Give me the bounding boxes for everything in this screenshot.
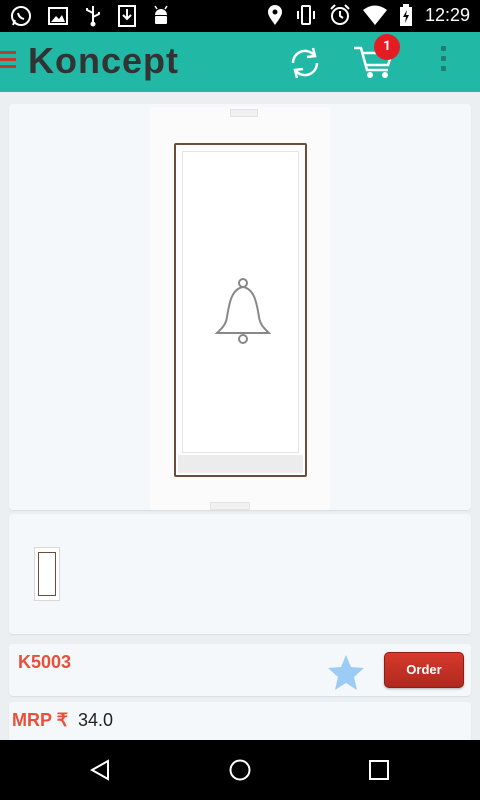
android-icon xyxy=(152,5,170,27)
alarm-icon xyxy=(329,4,351,26)
product-image xyxy=(150,107,330,510)
battery-icon xyxy=(399,4,413,26)
mrp-label: MRP ₹ xyxy=(12,710,69,730)
usb-icon xyxy=(84,5,102,27)
location-icon xyxy=(267,4,283,26)
status-bar: 12:29 xyxy=(0,0,480,32)
recents-icon[interactable] xyxy=(369,760,389,784)
product-code: K5003 xyxy=(18,652,72,672)
mrp-value: 34.0 xyxy=(78,710,114,730)
product-info-card: K5003 Order xyxy=(9,644,471,696)
product-image-card xyxy=(9,104,471,510)
whatsapp-icon xyxy=(10,5,32,27)
app-logo: Koncept xyxy=(28,40,179,81)
home-icon[interactable] xyxy=(228,758,252,786)
product-thumbnail[interactable] xyxy=(34,547,60,601)
image-icon xyxy=(48,6,68,26)
favorite-star-icon[interactable] xyxy=(326,654,366,696)
app-bar: Koncept xyxy=(0,32,480,92)
system-nav-bar xyxy=(0,740,480,800)
order-button[interactable]: Order xyxy=(384,652,464,688)
refresh-icon[interactable] xyxy=(286,44,324,86)
back-icon[interactable] xyxy=(88,758,112,786)
price-card: MRP ₹ 34.0 xyxy=(9,702,471,742)
overflow-menu-icon[interactable] xyxy=(441,46,447,76)
menu-icon[interactable] xyxy=(0,51,16,71)
status-clock: 12:29 xyxy=(424,4,470,25)
wifi-icon xyxy=(362,5,387,25)
bell-icon xyxy=(213,277,273,351)
cart-count-badge: 1 xyxy=(374,34,400,60)
thumbnail-strip xyxy=(9,514,471,634)
vibrate-icon xyxy=(295,4,317,26)
download-icon xyxy=(118,5,136,27)
